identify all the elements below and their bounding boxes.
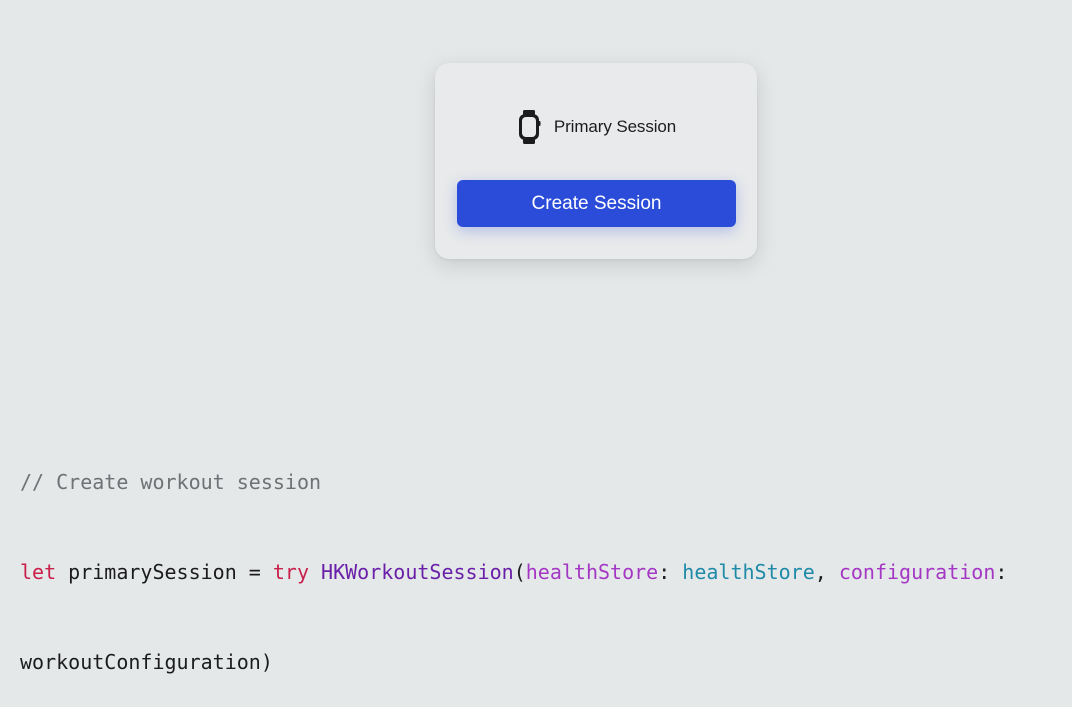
code-line-declaration: let primarySession = try HKWorkoutSessio…: [20, 557, 1060, 587]
session-row: Primary Session: [435, 109, 757, 145]
code-arg-configuration: workoutConfiguration: [20, 650, 261, 674]
code-type-name: HKWorkoutSession: [321, 560, 514, 584]
code-arg-healthstore: healthStore: [682, 560, 815, 584]
code-open-paren: (: [513, 560, 526, 584]
session-card: Primary Session Create Session: [435, 63, 757, 259]
session-label: Primary Session: [553, 117, 677, 136]
code-keyword-try: try: [272, 560, 309, 584]
code-colon: :: [995, 560, 1008, 584]
code-variable-name: primarySession =: [56, 560, 273, 584]
code-param-healthstore: healthStore: [525, 560, 659, 584]
code-colon: :: [658, 560, 683, 584]
code-param-configuration: configuration: [838, 560, 996, 584]
create-session-button[interactable]: Create Session: [457, 180, 736, 227]
apple-watch-icon: [516, 109, 542, 145]
code-close-paren: ): [260, 650, 273, 674]
code-line-continuation: workoutConfiguration): [20, 647, 1060, 677]
code-keyword-let: let: [20, 560, 57, 584]
code-comment: // Create workout session: [20, 470, 322, 494]
code-snippet: // Create workout session let primarySes…: [20, 407, 1060, 707]
code-line-comment: // Create workout session: [20, 467, 1060, 497]
code-comma: ,: [814, 560, 839, 584]
